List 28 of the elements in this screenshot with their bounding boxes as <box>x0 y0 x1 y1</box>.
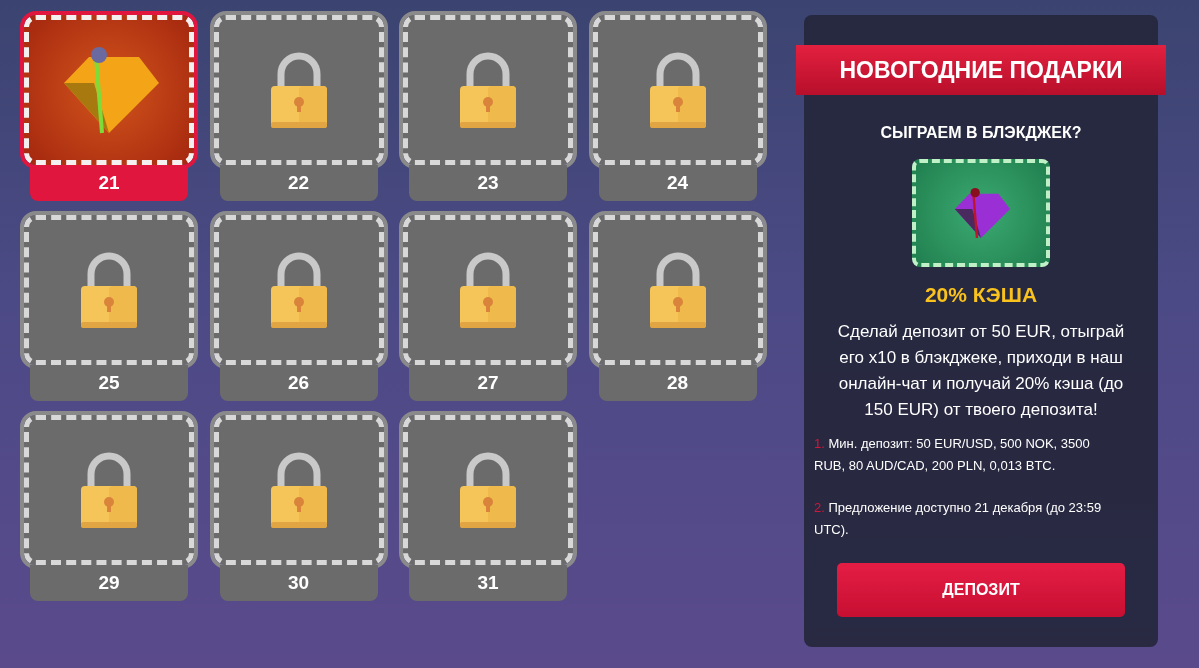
day-number: 25 <box>30 365 188 401</box>
day-number: 26 <box>219 365 378 401</box>
day-number: 30 <box>219 565 378 601</box>
deposit-button[interactable]: ДЕПОЗИТ <box>837 562 1125 617</box>
prize-title: 20% КЭША <box>924 282 1038 308</box>
day-number: 29 <box>30 565 188 601</box>
subtitle: СЫГРАЕМ В БЛЭКДЖЕК? <box>880 123 1082 143</box>
day-number: 23 <box>409 165 567 201</box>
padlock-icon <box>268 450 329 530</box>
padlock-icon <box>79 250 139 330</box>
day-number: 22 <box>219 165 378 201</box>
description: Сделай депозит от 50 EUR, отыграй его x10 в блэкджеке, приходи в наш онлайн-чат и получай 20% кэша (до 150 EUR) от твоего депозита! <box>836 320 1126 421</box>
padlock-icon <box>458 50 518 130</box>
day-number: 24 <box>598 165 757 201</box>
padlock-icon <box>268 50 329 130</box>
padlock-icon <box>79 450 139 530</box>
day-number: 31 <box>409 565 567 601</box>
day-number: 27 <box>409 365 567 401</box>
padlock-icon <box>458 250 518 330</box>
term-note: 2. Предложение доступно 21 декабря (до 23:59 UTC). <box>814 498 1103 539</box>
day-number: 21 <box>30 165 188 201</box>
ribbon-banner: НОВОГОДНИЕ ПОДАРКИ <box>796 45 1166 95</box>
padlock-icon <box>268 250 329 330</box>
padlock-icon <box>647 50 708 130</box>
term-note: 1. Мин. депозит: 50 EUR/USD, 500 NOK, 3500 RUB, 80 AUD/CAD, 200 PLN, 0,013 BTC. <box>814 434 1091 475</box>
padlock-icon <box>458 450 518 530</box>
padlock-icon <box>647 250 708 330</box>
day-number: 28 <box>598 365 757 401</box>
